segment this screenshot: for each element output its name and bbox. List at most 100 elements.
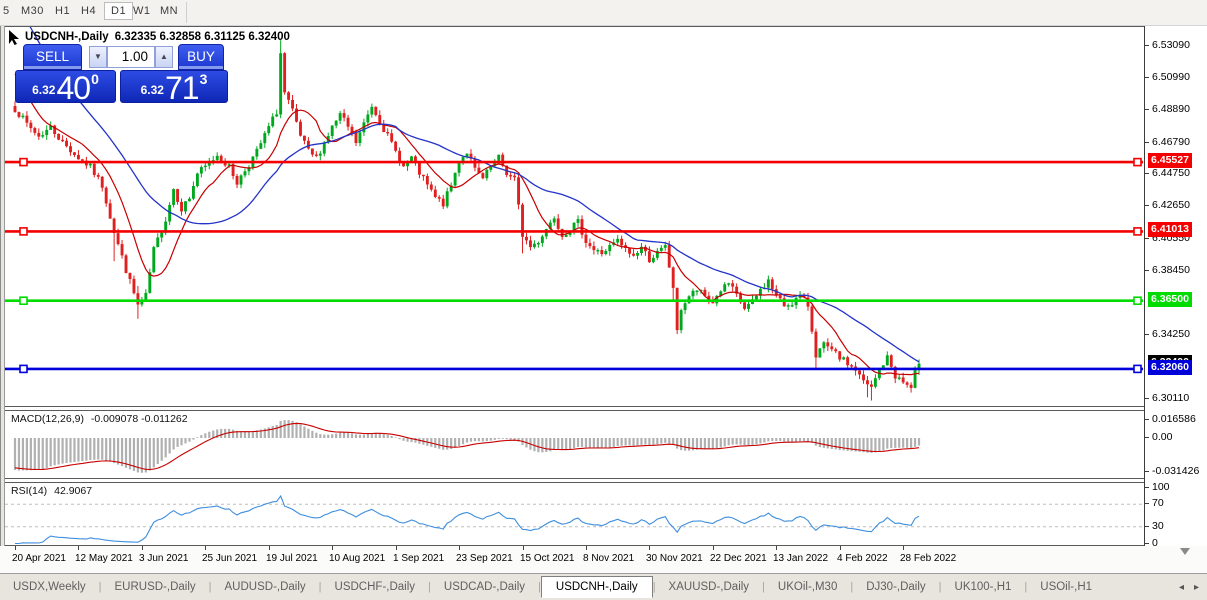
buy-button[interactable]: BUY (178, 44, 224, 70)
macd-tick (1145, 419, 1149, 420)
date-label: 20 Apr 2021 (12, 553, 66, 564)
macd-histogram (13, 420, 921, 473)
rsi-tick (1145, 526, 1149, 527)
main-chart-panel[interactable]: USDCNH-,Daily 6.32335 6.32858 6.31125 6.3… (5, 26, 1144, 407)
date-label: 30 Nov 2021 (646, 553, 703, 564)
price-tick-label: 6.46790 (1152, 136, 1190, 148)
tab-scroll-right-icon[interactable]: ▸ (1194, 582, 1199, 593)
date-label: 23 Sep 2021 (456, 553, 513, 564)
toolbar-timeframe-m30[interactable]: M30 (21, 5, 44, 17)
date-label: 10 Aug 2021 (329, 553, 386, 564)
date-tick (459, 546, 460, 550)
date-label: 15 Oct 2021 (520, 553, 575, 564)
price-axis[interactable]: 6.53090 6.50990 6.48890 6.46790 6.44750 6.426… (1144, 26, 1207, 549)
macd-values: -0.009078 -0.011262 (90, 413, 188, 425)
price-tick-label: 6.44750 (1152, 167, 1190, 179)
horizontal-level-line-6.45527[interactable] (5, 157, 1143, 167)
tab-scroll-left-icon[interactable]: ◂ (1179, 582, 1184, 593)
date-label: 3 Jun 2021 (139, 553, 189, 564)
rsi-tick (1145, 487, 1149, 488)
toolbar-timeframe-h4[interactable]: H4 (81, 5, 96, 17)
toolbar-timeframe-w1[interactable]: W1 (133, 5, 151, 17)
macd-panel[interactable]: MACD(12,26,9) -0.009078 -0.011262 (5, 410, 1144, 479)
rsi-tick-label: 70 (1152, 497, 1164, 509)
date-tick (78, 546, 79, 550)
tab-xauusd-daily[interactable]: XAUUSD-,Daily (656, 577, 763, 597)
tab-eurusd-daily[interactable]: EURUSD-,Daily (102, 577, 209, 597)
price-tick-label: 6.42650 (1152, 199, 1190, 211)
date-tick (205, 546, 206, 550)
price-tick (1145, 109, 1149, 110)
buy-price-prefix: 6.32 (140, 83, 164, 97)
date-tick (840, 546, 841, 550)
rsi-tick (1145, 503, 1149, 504)
rsi-panel[interactable]: RSI(14) 42.9067 (5, 482, 1144, 546)
date-label: 12 May 2021 (75, 553, 133, 564)
rsi-line (15, 494, 920, 545)
tab-audusd-daily[interactable]: AUDUSD-,Daily (212, 577, 319, 597)
price-tick-label: 6.30110 (1152, 392, 1190, 404)
toolbar-timeframe-h1[interactable]: H1 (55, 5, 70, 17)
date-axis[interactable]: 20 Apr 2021 12 May 2021 3 Jun 2021 25 Jun 2… (0, 546, 1207, 573)
rsi-chart[interactable] (5, 483, 1143, 545)
buy-price-display[interactable]: 6.32 71 3 (120, 70, 228, 104)
macd-tick (1145, 437, 1149, 438)
horizontal-level-line-6.36500[interactable] (5, 296, 1143, 306)
price-tick (1145, 173, 1149, 174)
sell-price-display[interactable]: 6.32 40 0 (15, 70, 116, 106)
macd-tick-label: 0.00 (1152, 431, 1173, 443)
date-label: 19 Jul 2021 (266, 553, 318, 564)
volume-decrease-button[interactable]: ▼ (89, 46, 107, 68)
price-tick-label: 6.53090 (1152, 39, 1190, 51)
macd-tick-label: -0.031426 (1152, 465, 1200, 477)
toolbar-timeframe-5[interactable]: 5 (3, 5, 10, 17)
date-label: 13 Jan 2022 (773, 553, 829, 564)
timeframe-toolbar: 5 M30 H1 H4 D1 W1 MN (0, 0, 1207, 26)
sell-price-big: 40 (56, 70, 91, 106)
tab-usdcad-daily[interactable]: USDCAD-,Daily (431, 577, 538, 597)
sell-button[interactable]: SELL (23, 44, 82, 70)
price-tick-label: 6.48890 (1152, 103, 1190, 115)
price-tick (1145, 238, 1149, 239)
macd-tick (1145, 471, 1149, 472)
price-tick (1145, 334, 1149, 335)
level-price-label: 6.45527 (1148, 153, 1192, 168)
date-tick (332, 546, 333, 550)
date-tick (713, 546, 714, 550)
rsi-label: RSI(14) 42.9067 (11, 485, 92, 497)
macd-name: MACD(12,26,9) (11, 413, 84, 425)
price-tick (1145, 205, 1149, 206)
date-tick (523, 546, 524, 550)
tab-usoil-h1[interactable]: USOil-,H1 (1027, 577, 1105, 597)
tab-usdchf-daily[interactable]: USDCHF-,Daily (322, 577, 429, 597)
rsi-tick (1145, 543, 1149, 544)
tab-dj30-daily[interactable]: DJ30-,Daily (853, 577, 938, 597)
date-tick (396, 546, 397, 550)
date-label: 28 Feb 2022 (900, 553, 957, 564)
macd-label: MACD(12,26,9) -0.009078 -0.011262 (11, 413, 188, 425)
volume-increase-button[interactable]: ▲ (155, 46, 173, 68)
price-tick (1145, 45, 1149, 46)
rsi-value: 42.9067 (54, 485, 93, 497)
toolbar-timeframe-mn[interactable]: MN (160, 5, 178, 17)
date-tick (776, 546, 777, 550)
toolbar-timeframe-d1[interactable]: D1 (104, 2, 134, 20)
date-tick (586, 546, 587, 550)
tab-usdx-weekly[interactable]: USDX,Weekly (0, 577, 99, 597)
toolbar-separator (186, 2, 187, 23)
price-tick-label: 6.34250 (1152, 328, 1190, 340)
tab-uk100-h1[interactable]: UK100-,H1 (942, 577, 1025, 597)
rsi-tick-label: 30 (1152, 520, 1164, 532)
tab-ukoil-m30[interactable]: UKOil-,M30 (765, 577, 850, 597)
buy-price-sup: 3 (199, 71, 208, 87)
date-tick (269, 546, 270, 550)
date-tick (903, 546, 904, 550)
level-price-label: 6.36500 (1148, 292, 1192, 307)
volume-input[interactable]: 1.00 (107, 46, 155, 68)
chart-shift-marker (1180, 548, 1190, 555)
price-tick-label: 6.38450 (1152, 264, 1190, 276)
sell-price-prefix: 6.32 (32, 83, 56, 97)
horizontal-level-line-6.32060[interactable] (5, 364, 1143, 374)
tab-usdcnh-daily[interactable]: USDCNH-,Daily (540, 575, 653, 598)
date-tick (15, 546, 16, 550)
